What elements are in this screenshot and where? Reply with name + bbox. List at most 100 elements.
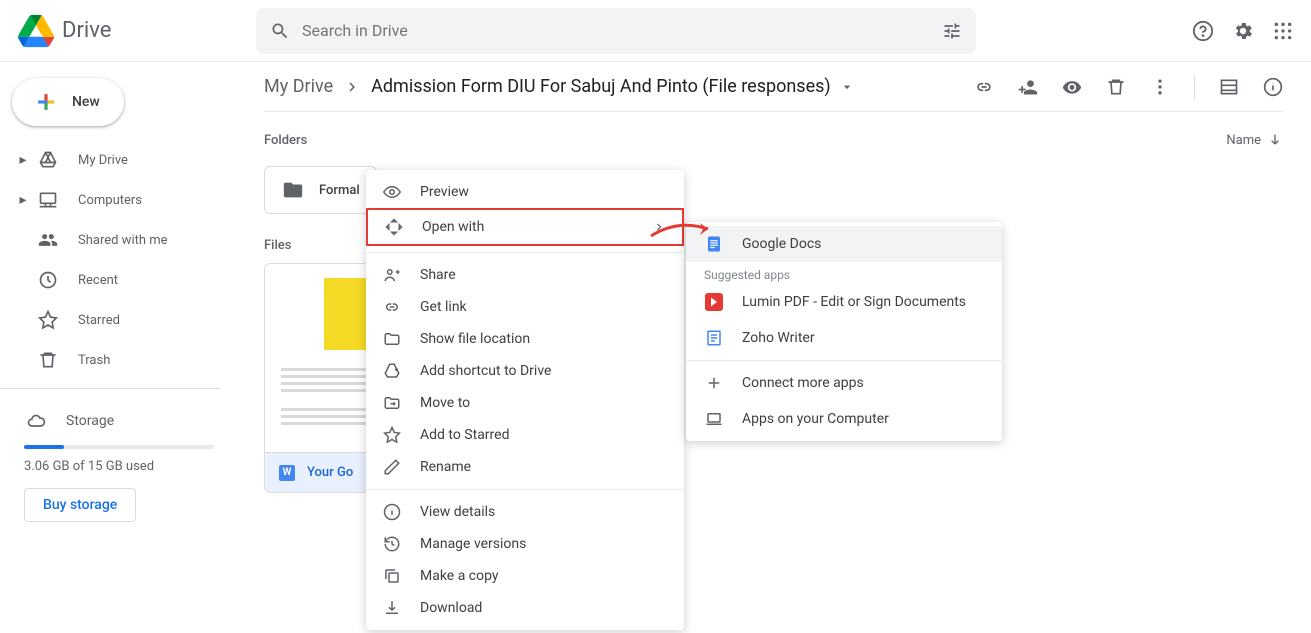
breadcrumb-root[interactable]: My Drive (264, 76, 333, 97)
annotation-arrow (648, 214, 720, 244)
sub-connect-apps[interactable]: Connect more apps (686, 365, 1002, 401)
cloud-icon (24, 409, 48, 433)
breadcrumb-row: My Drive Admission Form DIU For Sabuj An… (264, 62, 1283, 112)
menu-manage-versions[interactable]: Manage versions (366, 528, 684, 560)
search-bar[interactable] (256, 8, 976, 54)
menu-show-location[interactable]: Show file location (366, 323, 684, 355)
help-icon[interactable] (1191, 19, 1215, 43)
sub-google-docs[interactable]: Google Docs (686, 226, 1002, 262)
separator (1194, 75, 1195, 99)
link-icon (382, 297, 402, 317)
copy-icon (382, 566, 402, 586)
more-icon[interactable] (1150, 77, 1170, 97)
info-icon[interactable] (1263, 77, 1283, 97)
nav-my-drive[interactable]: ▸ My Drive (0, 140, 236, 180)
nav-recent[interactable]: Recent (0, 260, 236, 300)
nav-trash[interactable]: Trash (0, 340, 236, 380)
apps-grid-icon[interactable] (1271, 19, 1295, 43)
chevron-right-icon (343, 78, 361, 96)
nav-label: Recent (78, 273, 118, 288)
new-button[interactable]: New (12, 78, 124, 126)
menu-make-copy[interactable]: Make a copy (366, 560, 684, 592)
eye-icon (382, 182, 402, 202)
buy-storage-button[interactable]: Buy storage (24, 488, 136, 522)
divider (366, 489, 684, 490)
move-icon (382, 393, 402, 413)
gear-icon[interactable] (1231, 19, 1255, 43)
header: Drive (0, 0, 1311, 62)
menu-open-with[interactable]: Open with (366, 208, 684, 246)
dropdown-icon (839, 79, 855, 95)
add-person-icon[interactable] (1018, 77, 1038, 97)
menu-rename[interactable]: Rename (366, 451, 684, 483)
suggested-apps-label: Suggested apps (686, 262, 1002, 284)
menu-get-link[interactable]: Get link (366, 291, 684, 323)
versions-icon (382, 534, 402, 554)
menu-add-starred[interactable]: Add to Starred (366, 419, 684, 451)
new-label: New (72, 94, 100, 110)
chevron-right-icon: ▸ (18, 195, 28, 205)
breadcrumb-current[interactable]: Admission Form DIU For Sabuj And Pinto (… (371, 76, 855, 97)
menu-add-shortcut[interactable]: Add shortcut to Drive (366, 355, 684, 387)
list-view-icon[interactable] (1219, 77, 1239, 97)
recent-icon (36, 268, 60, 292)
tune-icon[interactable] (942, 21, 962, 41)
nav-shared[interactable]: Shared with me (0, 220, 236, 260)
file-name: Your Go (307, 465, 353, 480)
nav-computers[interactable]: ▸ Computers (0, 180, 236, 220)
delete-icon[interactable] (1106, 77, 1126, 97)
menu-move-to[interactable]: Move to (366, 387, 684, 419)
divider (686, 360, 1002, 361)
sub-zoho[interactable]: Zoho Writer (686, 320, 1002, 356)
download-icon (382, 598, 402, 618)
folder-card[interactable]: Formal (264, 166, 377, 214)
shared-icon (36, 228, 60, 252)
plus-icon (32, 88, 60, 116)
lumin-icon (704, 292, 724, 312)
sort-name[interactable]: Name (1226, 132, 1283, 148)
menu-share[interactable]: Share (366, 259, 684, 291)
my-drive-icon (36, 148, 60, 172)
plus-icon (704, 373, 724, 393)
app-name: Drive (62, 18, 111, 43)
search-icon (270, 21, 290, 41)
sub-lumin[interactable]: Lumin PDF - Edit or Sign Documents (686, 284, 1002, 320)
nav-storage[interactable]: Storage (24, 401, 224, 441)
preview-eye-icon[interactable] (1062, 77, 1082, 97)
menu-view-details[interactable]: View details (366, 496, 684, 528)
context-menu: Preview Open with Share Get link Show fi… (366, 170, 684, 630)
laptop-icon (704, 409, 724, 429)
nav-label: Trash (78, 353, 110, 368)
section-label: Folders (264, 133, 307, 148)
open-with-submenu: Google Docs Suggested apps Lumin PDF - E… (686, 222, 1002, 441)
star-icon (382, 425, 402, 445)
computers-icon (36, 188, 60, 212)
nav-starred[interactable]: Starred (0, 300, 236, 340)
sidebar: New ▸ My Drive ▸ Computers Shared with m… (0, 62, 236, 633)
drive-logo-icon[interactable] (16, 11, 56, 51)
shortcut-icon (382, 361, 402, 381)
folder-icon (281, 178, 305, 202)
search-input[interactable] (302, 21, 942, 40)
menu-download[interactable]: Download (366, 592, 684, 624)
folder-icon (382, 329, 402, 349)
nav-label: Shared with me (78, 233, 168, 248)
header-icons (1191, 19, 1295, 43)
storage-bar (24, 445, 214, 449)
share-icon (382, 265, 402, 285)
info-icon (382, 502, 402, 522)
open-with-icon (384, 217, 404, 237)
divider (0, 388, 220, 389)
zoho-icon (704, 328, 724, 348)
link-icon[interactable] (974, 77, 994, 97)
sub-apps-computer[interactable]: Apps on your Computer (686, 401, 1002, 437)
star-icon (36, 308, 60, 332)
nav-label: My Drive (78, 153, 128, 168)
nav-label: Computers (78, 193, 142, 208)
storage-section: Storage 3.06 GB of 15 GB used Buy storag… (0, 397, 236, 522)
trash-icon (36, 348, 60, 372)
menu-preview[interactable]: Preview (366, 176, 684, 208)
toolbar (974, 75, 1283, 99)
rename-icon (382, 457, 402, 477)
divider (366, 252, 684, 253)
